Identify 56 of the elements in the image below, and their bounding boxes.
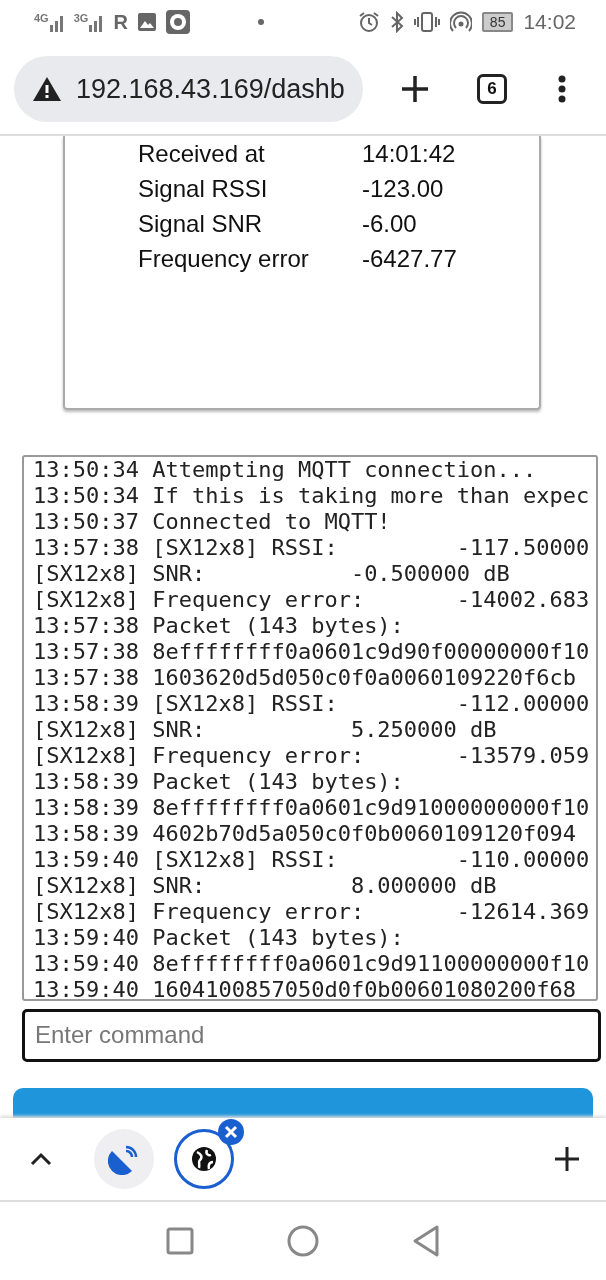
field-label: Signal SNR xyxy=(138,209,264,238)
log-line: [SX12x8] Frequency error: -13579.059 xyxy=(33,743,591,770)
log-line: [SX12x8] SNR: -0.500000 dB xyxy=(33,561,511,588)
back-icon[interactable] xyxy=(411,1225,440,1257)
log-line: [SX12x8] SNR: 5.250000 dB xyxy=(33,717,498,744)
log-line: 13:50:37 Connected to MQTT! xyxy=(33,509,392,536)
tab-button[interactable] xyxy=(174,1129,234,1189)
vibrate-icon xyxy=(413,12,440,32)
log-line: 13:58:39 8effffffff0a0601c9d91000000000f10 xyxy=(33,795,591,822)
log-line: [SX12x8] Frequency error: -14002.683 xyxy=(33,587,591,614)
dot-icon xyxy=(257,19,264,25)
log-line: 13:57:38 8effffffff0a0601c9d90f00000000f10 xyxy=(33,639,591,666)
new-tab-icon[interactable] xyxy=(401,75,429,103)
clock: 14:02 xyxy=(523,10,576,34)
log-line: 13:59:40 1604100857050d0f0b00601080200f68 xyxy=(33,977,578,999)
network-type: 3G xyxy=(73,12,89,24)
log-line: 13:50:34 If this is taking more than expec xyxy=(33,483,591,510)
image-icon xyxy=(137,13,156,31)
log-line: 13:57:38 Packet (143 bytes): xyxy=(33,613,405,640)
close-icon[interactable] xyxy=(218,1119,244,1145)
add-tab-icon[interactable] xyxy=(554,1146,580,1172)
log-line: [SX12x8] Frequency error: -12614.369 xyxy=(33,899,591,926)
tab-count-button[interactable]: 6 xyxy=(477,74,507,104)
log-line: 13:50:34 Attempting MQTT connection... xyxy=(33,457,538,484)
field-value: -6.00 xyxy=(362,209,417,238)
field-label: Received at xyxy=(138,139,266,168)
network-type: 4G xyxy=(34,12,49,24)
field-label: Signal RSSI xyxy=(138,174,269,203)
alarm-icon xyxy=(357,11,380,33)
log-line: 13:58:39 4602b70d5a050c0f0b0060109120f094 xyxy=(33,821,578,848)
log-line: 13:57:38 [SX12x8] RSSI: -117.50000 xyxy=(33,535,591,562)
menu-icon[interactable] xyxy=(557,75,567,103)
bluetooth-icon xyxy=(389,11,404,33)
log-line: 13:59:40 Packet (143 bytes): xyxy=(33,925,405,952)
recents-icon[interactable] xyxy=(166,1227,195,1255)
field-value: -123.00 xyxy=(362,174,444,203)
address-bar[interactable]: 192.168.43.169/dashb xyxy=(14,56,363,122)
satellite-dish-icon xyxy=(108,1143,140,1175)
warning-icon xyxy=(32,76,62,102)
hotspot-icon xyxy=(449,11,472,33)
chevron-up-icon[interactable] xyxy=(30,1152,52,1166)
battery-indicator: 85 xyxy=(481,12,514,32)
command-field[interactable]: Enter command xyxy=(22,1009,601,1062)
field-label: Frequency error xyxy=(138,244,310,273)
url-text: 192.168.43.169/dashb xyxy=(76,73,345,105)
log-line: 13:58:39 Packet (143 bytes): xyxy=(33,769,405,796)
log-line: 13:59:40 8effffffff0a0601c9d91100000000f10 xyxy=(33,951,591,978)
log-line: 13:59:40 [SX12x8] RSSI: -110.00000 xyxy=(33,847,591,874)
log-line: 13:57:38 1603620d5d050c0f0a0060109220f6cb xyxy=(33,665,578,692)
field-value: 14:01:42 xyxy=(362,139,456,168)
roaming-indicator: R xyxy=(113,10,128,34)
log-line: 13:58:39 [SX12x8] RSSI: -112.00000 xyxy=(33,691,591,718)
home-icon[interactable] xyxy=(287,1225,319,1257)
globe-icon xyxy=(191,1146,217,1172)
log-line: [SX12x8] SNR: 8.000000 dB xyxy=(33,873,498,900)
field-value: -6427.77 xyxy=(362,244,457,273)
